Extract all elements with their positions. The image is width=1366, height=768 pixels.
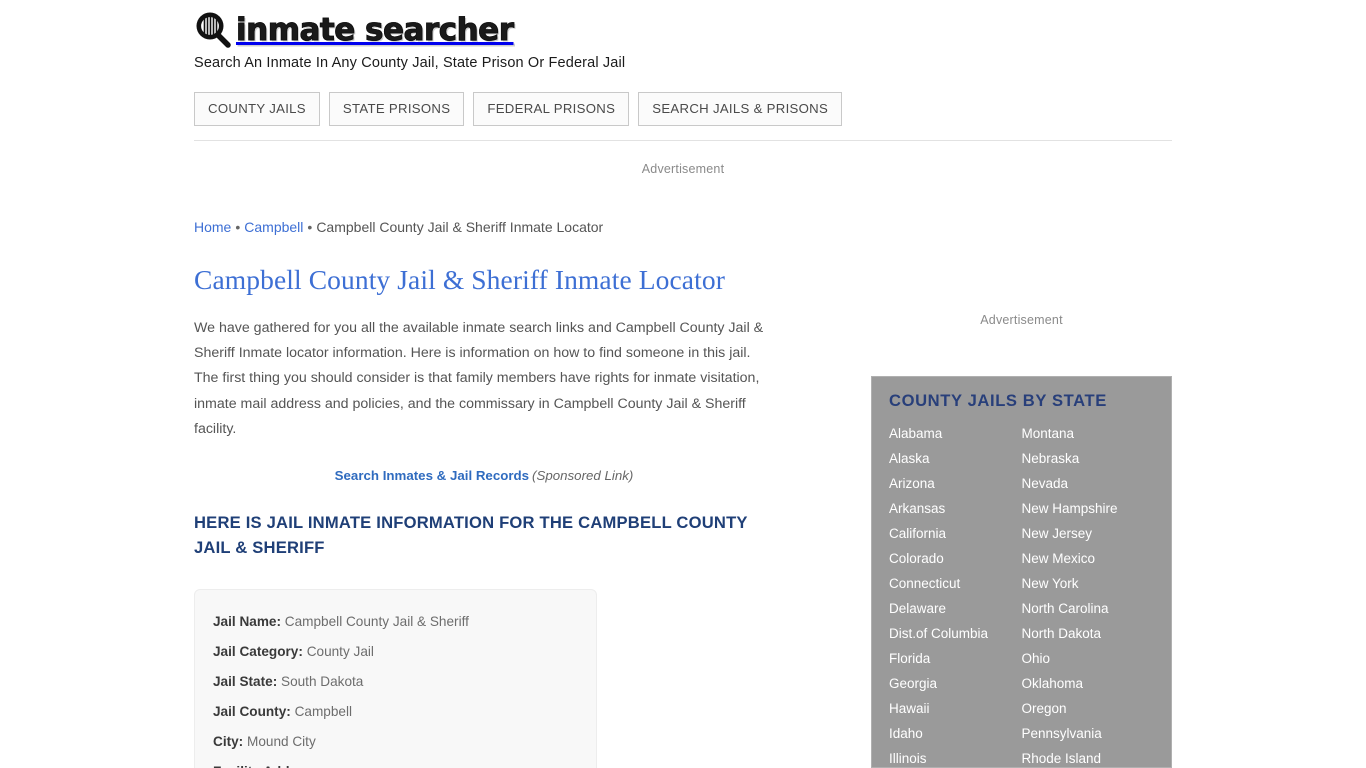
info-row-city: City: Mound City: [213, 727, 578, 757]
info-key-jail-name: Jail Name:: [213, 614, 282, 630]
intro-paragraph: We have gathered for you all the availab…: [194, 319, 764, 437]
sidebar-item-delaware[interactable]: Delaware: [889, 596, 1022, 621]
sidebar-item-rhode-island[interactable]: Rhode Island: [1022, 746, 1155, 768]
sidebar-item-connecticut[interactable]: Connecticut: [889, 571, 1022, 596]
info-value-jail-name: Campbell County Jail & Sheriff: [284, 614, 469, 630]
sidebar-item-pennsylvania[interactable]: Pennsylvania: [1022, 721, 1155, 746]
breadcrumb-current: Campbell County Jail & Sheriff Inmate Lo…: [316, 219, 604, 235]
sidebar-item-new-jersey[interactable]: New Jersey: [1022, 521, 1155, 546]
sidebar-item-arkansas[interactable]: Arkansas: [889, 496, 1022, 521]
breadcrumb-separator-1: •: [235, 219, 241, 235]
state-column-left: Alabama Alaska Arizona Arkansas Californ…: [889, 421, 1022, 768]
info-row-jail-category: Jail Category: County Jail: [213, 637, 578, 667]
nav-item-search-jails-prisons[interactable]: SEARCH JAILS & PRISONS: [638, 92, 843, 127]
info-key-jail-category: Jail Category:: [213, 644, 303, 660]
info-row-jail-state: Jail State: South Dakota: [213, 667, 578, 697]
top-advertisement-label: Advertisement: [641, 162, 725, 176]
info-row-facility-address: Facility Address:: [213, 757, 578, 768]
sidebar-advertisement-label: Advertisement: [980, 313, 1063, 327]
nav-item-county-jails[interactable]: COUNTY JAILS: [194, 92, 320, 127]
info-value-jail-county: Campbell: [294, 704, 352, 720]
section-heading: HERE IS JAIL INMATE INFORMATION FOR THE …: [194, 513, 748, 558]
sidebar-title: COUNTY JAILS BY STATE: [889, 391, 1107, 410]
sidebar-advertisement-slot: Advertisement: [871, 313, 1172, 327]
sidebar-item-north-dakota[interactable]: North Dakota: [1022, 621, 1155, 646]
main-content: Campbell County Jail & Sheriff Inmate Lo…: [194, 262, 794, 768]
sponsored-note: (Sponsored Link): [532, 468, 634, 484]
site-tagline: Search An Inmate In Any County Jail, Sta…: [194, 55, 626, 71]
sidebar-item-new-hampshire[interactable]: New Hampshire: [1022, 496, 1155, 521]
sidebar-item-north-carolina[interactable]: North Carolina: [1022, 596, 1155, 621]
breadcrumb-county-link[interactable]: Campbell: [244, 219, 303, 235]
page-title: Campbell County Jail & Sheriff Inmate Lo…: [194, 264, 725, 295]
sidebar-item-ohio[interactable]: Ohio: [1022, 646, 1155, 671]
site-logo-link[interactable]: inmate searcher: [194, 0, 1172, 49]
county-jails-by-state-panel: COUNTY JAILS BY STATE Alabama Alaska Ari…: [871, 376, 1172, 768]
breadcrumb: Home • Campbell • Campbell County Jail & She…: [194, 219, 603, 235]
info-key-jail-county: Jail County:: [213, 704, 291, 720]
sponsored-link-row: Search Inmates & Jail Records (Sponsored …: [194, 468, 774, 483]
site-logo-text: inmate searcher: [236, 11, 515, 48]
site-header: inmate searcher Search An Inmate In Any …: [194, 0, 1172, 142]
sidebar-item-new-york[interactable]: New York: [1022, 571, 1155, 596]
info-key-city: City:: [213, 734, 244, 750]
state-column-right: Montana Nebraska Nevada New Hampshire Ne…: [1022, 421, 1155, 768]
sidebar-item-colorado[interactable]: Colorado: [889, 546, 1022, 571]
page-root: inmate searcher Search An Inmate In Any …: [0, 0, 1366, 768]
info-key-facility-address: Facility Address:: [213, 764, 322, 768]
info-value-jail-category: County Jail: [306, 644, 374, 660]
sidebar-item-alaska[interactable]: Alaska: [889, 446, 1022, 471]
sidebar-item-nevada[interactable]: Nevada: [1022, 471, 1155, 496]
sidebar-item-arizona[interactable]: Arizona: [889, 471, 1022, 496]
sidebar-item-florida[interactable]: Florida: [889, 646, 1022, 671]
breadcrumb-home-link[interactable]: Home: [194, 219, 231, 235]
jail-info-card: Jail Name: Campbell County Jail & Sherif…: [194, 589, 597, 768]
top-advertisement-slot: Advertisement: [194, 162, 1172, 176]
nav-item-federal-prisons[interactable]: FEDERAL PRISONS: [473, 92, 630, 127]
sidebar-item-california[interactable]: California: [889, 521, 1022, 546]
header-divider: [194, 140, 1172, 142]
nav-item-state-prisons[interactable]: STATE PRISONS: [328, 92, 465, 127]
primary-navigation: COUNTY JAILS STATE PRISONS FEDERAL PRISO…: [194, 92, 1172, 127]
sidebar-item-new-mexico[interactable]: New Mexico: [1022, 546, 1155, 571]
info-row-jail-county: Jail County: Campbell: [213, 697, 578, 727]
sidebar-item-montana[interactable]: Montana: [1022, 421, 1155, 446]
sidebar-item-dist-of-columbia[interactable]: Dist.of Columbia: [889, 621, 1022, 646]
sponsored-search-link[interactable]: Search Inmates & Jail Records: [335, 468, 529, 483]
sidebar-item-oklahoma[interactable]: Oklahoma: [1022, 671, 1155, 696]
sidebar-item-oregon[interactable]: Oregon: [1022, 696, 1155, 721]
sidebar-item-idaho[interactable]: Idaho: [889, 721, 1022, 746]
info-row-jail-name: Jail Name: Campbell County Jail & Sherif…: [213, 607, 578, 637]
sidebar-item-hawaii[interactable]: Hawaii: [889, 696, 1022, 721]
info-value-jail-state: South Dakota: [281, 674, 364, 690]
state-link-columns: Alabama Alaska Arizona Arkansas Californ…: [889, 421, 1154, 768]
magnifier-prison-bars-icon: [194, 11, 232, 49]
breadcrumb-separator-2: •: [307, 219, 313, 235]
sidebar-item-illinois[interactable]: Illinois: [889, 746, 1022, 768]
sidebar-item-nebraska[interactable]: Nebraska: [1022, 446, 1155, 471]
info-key-jail-state: Jail State:: [213, 674, 278, 690]
sidebar-item-alabama[interactable]: Alabama: [889, 421, 1022, 446]
info-value-city: Mound City: [247, 734, 316, 750]
sidebar-item-georgia[interactable]: Georgia: [889, 671, 1022, 696]
